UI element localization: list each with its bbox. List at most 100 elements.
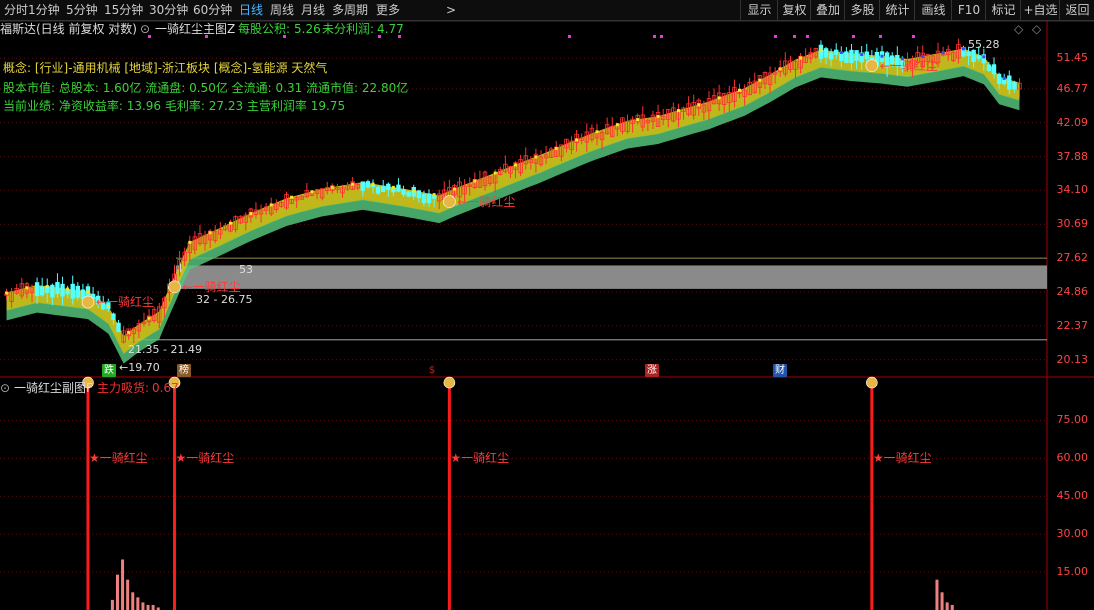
candle-body-84 <box>431 195 437 199</box>
sub-bar-7 <box>146 604 150 610</box>
candle-body-166 <box>849 49 854 63</box>
ma-dot-28 <box>147 316 151 320</box>
toolbar-button-5[interactable]: 画线 <box>914 0 952 20</box>
signal-bag-icon-2 <box>443 195 456 208</box>
period-tab-8[interactable]: 月线 <box>301 0 325 20</box>
top-marker-7 <box>660 35 663 38</box>
sub-bar-11 <box>940 592 944 610</box>
sub-bar-6 <box>141 602 145 610</box>
period-tab-5[interactable]: 60分钟 <box>193 0 232 20</box>
period-tab-7[interactable]: 周线 <box>270 0 294 20</box>
price-tick-3: 37.88 <box>1056 149 1089 163</box>
price-tick-8: 22.37 <box>1056 318 1089 332</box>
price-tick-1: 46.77 <box>1056 81 1089 95</box>
sub-bar-3 <box>126 579 130 610</box>
ma-dot-100 <box>514 163 518 167</box>
toolbar-button-6[interactable]: F10 <box>951 0 986 20</box>
ma-dot-104 <box>534 155 538 159</box>
sub-signal-label-3: ★一骑红尘 <box>872 451 932 466</box>
toolbar-button-2[interactable]: 叠加 <box>810 0 845 20</box>
sub-bar-10 <box>935 579 939 610</box>
top-marker-8 <box>774 35 777 38</box>
stock-title: 福斯达(日线 前复权 对数) <box>0 22 137 36</box>
candle-body-14 <box>75 285 81 298</box>
event-tag-2[interactable]: $ <box>425 364 439 377</box>
candle-body-82 <box>421 194 427 204</box>
ma-dot-172 <box>880 54 884 58</box>
indicator-toggle-icon[interactable]: ⊙ <box>140 22 150 36</box>
candle-body-164 <box>839 52 844 62</box>
ma-dot-60 <box>310 190 314 194</box>
toolbar-button-1[interactable]: 复权 <box>777 0 811 20</box>
period-tab-9[interactable]: 多周期 <box>332 0 368 20</box>
signal-bag-icon-3 <box>865 59 879 73</box>
collapse-icon[interactable]: ◇ <box>1032 22 1041 36</box>
sub-bag-icon-3 <box>866 376 878 389</box>
sub-value: 0.67 <box>152 381 179 395</box>
ma-dot-164 <box>839 50 843 54</box>
sub-bar-0 <box>110 599 114 610</box>
event-tag-1[interactable]: 榜 <box>177 364 191 377</box>
toolbar-button-0[interactable]: 显示 <box>740 0 778 20</box>
ma-dot-112 <box>575 138 579 142</box>
toolbar-button-3[interactable]: 多股 <box>844 0 880 20</box>
ma-dot-8 <box>45 285 49 289</box>
ma-dot-124 <box>636 118 640 122</box>
ma-dot-168 <box>860 53 864 57</box>
sub-tick-3: 30.00 <box>1056 527 1089 541</box>
ma-dot-132 <box>676 109 680 113</box>
main-indicator-name[interactable]: 一骑红尘主图Z <box>155 22 235 36</box>
candle-body-11 <box>60 283 65 297</box>
toolbar-button-4[interactable]: 统计 <box>879 0 915 20</box>
candle-body-81 <box>416 190 422 199</box>
top-marker-6 <box>653 35 656 38</box>
event-tag-0[interactable]: 跌 <box>102 364 116 377</box>
ma-dot-116 <box>595 130 599 134</box>
sub-bar-12 <box>945 602 949 610</box>
low-price-label: ←19.70 <box>119 361 160 374</box>
more-arrow-icon[interactable]: > <box>446 0 456 20</box>
ma-dot-128 <box>656 115 660 119</box>
ma-dot-84 <box>432 193 436 197</box>
period-tab-0[interactable]: 分时 <box>4 0 28 20</box>
period-tab-2[interactable]: 5分钟 <box>66 0 98 20</box>
candle-body-6 <box>34 282 40 297</box>
period-tab-4[interactable]: 30分钟 <box>149 0 188 20</box>
ma-dot-140 <box>717 96 721 100</box>
toolbar-button-7[interactable]: 标记 <box>985 0 1021 20</box>
period-tab-3[interactable]: 15分钟 <box>104 0 143 20</box>
candle-body-21 <box>111 313 116 321</box>
ma-dot-192 <box>982 55 986 59</box>
sub-toggle-icon[interactable]: ⊙ <box>0 381 10 395</box>
price-tick-7: 24.86 <box>1056 284 1089 298</box>
candle-body-191 <box>976 55 981 59</box>
ma-dot-196 <box>1002 76 1006 80</box>
signal-label-3: ←一骑红尘 <box>879 58 938 73</box>
period-tab-10[interactable]: 更多 <box>376 0 400 20</box>
ma-dot-68 <box>351 182 355 186</box>
candle-body-77 <box>396 184 401 192</box>
candle-body-194 <box>991 64 997 75</box>
ma-dot-184 <box>941 51 945 55</box>
candle-body-193 <box>986 64 992 71</box>
range-mid-label: 32 - 26.75 <box>196 293 253 306</box>
ma-dot-96 <box>493 171 497 175</box>
ma-dot-72 <box>371 182 375 186</box>
event-tag-3[interactable]: 涨 <box>645 364 659 377</box>
candle-body-167 <box>854 50 859 61</box>
toolbar-button-9[interactable]: 返回 <box>1059 0 1094 20</box>
period-tab-6[interactable]: 日线 <box>239 0 263 20</box>
event-tag-4[interactable]: 财 <box>773 364 787 377</box>
ma-dot-0 <box>5 291 9 295</box>
ma-dot-188 <box>961 47 965 51</box>
ma-dot-48 <box>249 212 253 216</box>
toolbar-button-8[interactable]: +自选 <box>1020 0 1060 20</box>
settings-diamond-icon[interactable]: ◇ <box>1014 22 1023 36</box>
ma-dot-24 <box>127 330 131 334</box>
sub-indicator-name[interactable]: 一骑红尘副图F <box>14 381 93 395</box>
ma-dot-40 <box>208 231 212 235</box>
sub-bar-1 <box>115 574 119 610</box>
candle-body-165 <box>844 51 849 63</box>
concept-info: 概念: [行业]-通用机械 [地域]-浙江板块 [概念]-氢能源 天然气 <box>3 61 328 75</box>
period-tab-1[interactable]: 1分钟 <box>28 0 60 20</box>
